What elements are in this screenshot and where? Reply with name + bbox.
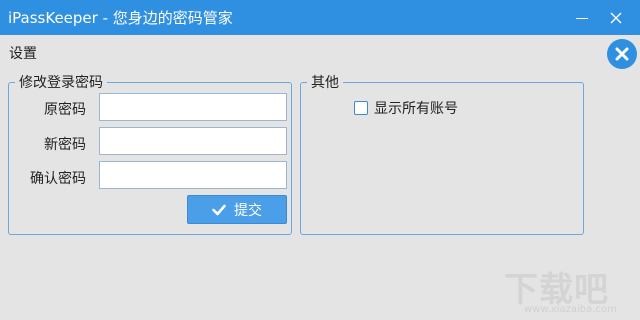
minimize-icon (576, 17, 588, 19)
show-all-accounts-option[interactable]: 显示所有账号 (354, 98, 458, 118)
submit-label: 提交 (234, 202, 262, 219)
new-password-input[interactable] (99, 127, 287, 155)
show-all-accounts-label: 显示所有账号 (374, 101, 458, 117)
minimize-button[interactable] (569, 5, 595, 31)
settings-heading: 设置 (9, 46, 37, 62)
watermark-logo: 下载吧 www.xiazaiba.com (504, 262, 638, 318)
close-button[interactable] (603, 5, 629, 31)
close-circle-icon (615, 47, 629, 61)
submit-button[interactable]: 提交 (187, 195, 287, 224)
confirm-password-input[interactable] (99, 161, 287, 189)
other-settings-legend: 其他 (311, 75, 339, 91)
close-icon (610, 12, 622, 24)
other-settings-group: 其他 (300, 72, 584, 235)
close-settings-button[interactable] (607, 39, 637, 69)
show-all-accounts-checkbox[interactable] (354, 101, 368, 115)
check-icon (212, 204, 226, 215)
watermark-subtext: www.xiazaiba.com (524, 304, 617, 315)
title-bar: iPassKeeper - 您身边的密码管家 (0, 0, 640, 35)
old-password-input[interactable] (99, 93, 287, 121)
window-title: iPassKeeper - 您身边的密码管家 (8, 9, 233, 27)
old-password-label: 原密码 (44, 102, 86, 118)
confirm-password-label: 确认密码 (30, 171, 86, 187)
new-password-label: 新密码 (44, 137, 86, 153)
change-password-legend: 修改登录密码 (19, 75, 103, 91)
